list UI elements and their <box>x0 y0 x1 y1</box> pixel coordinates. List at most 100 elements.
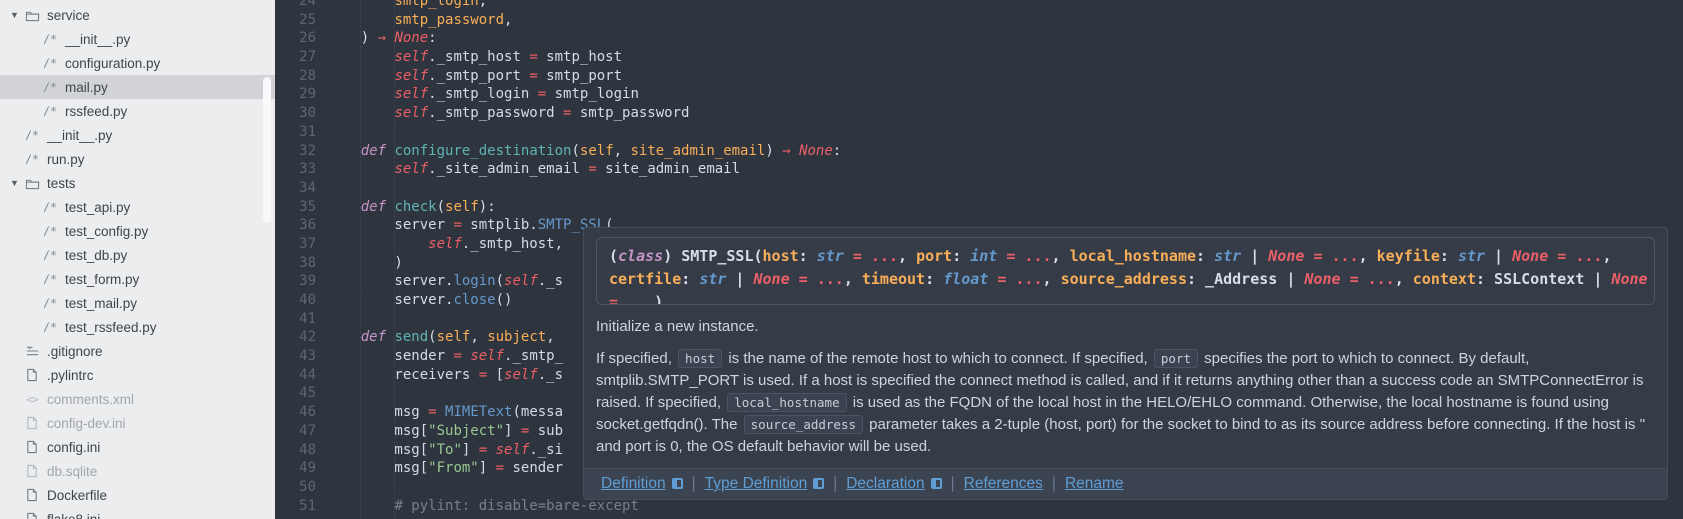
sidebar-file-flake8.ini[interactable]: flake8.ini <box>0 507 275 519</box>
document-icon <box>24 439 40 455</box>
chevron-down-icon[interactable]: ▼ <box>10 178 24 188</box>
hover-documentation-popup: (class) SMTP_SSL(host: str = ..., port: … <box>583 227 1668 500</box>
line-number: 50 <box>275 478 316 497</box>
sidebar-file-run.py[interactable]: /*run.py <box>0 147 275 171</box>
code-line-29[interactable]: 29 self._smtp_login = smtp_login <box>275 85 1683 104</box>
line-content: server.login(self._s <box>316 272 563 291</box>
document-icon <box>24 367 40 383</box>
popup-action-links: Definition | Type Definition | Declaration | R… <box>584 468 1667 499</box>
sidebar-scrollbar-thumb[interactable] <box>263 77 271 223</box>
sidebar-file-comments.xml[interactable]: <>comments.xml <box>0 387 275 411</box>
signature-block: (class) SMTP_SSL(host: str = ..., port: … <box>596 237 1655 305</box>
code-line-34[interactable]: 34 <box>275 179 1683 198</box>
line-content: smtp_password, <box>316 11 512 30</box>
line-number: 45 <box>275 384 316 403</box>
file-label: db.sqlite <box>47 464 97 479</box>
line-content: smtp_login, <box>316 0 487 11</box>
line-number: 49 <box>275 459 316 478</box>
line-content: def send(self, subject, <box>316 328 563 347</box>
inline-code: host <box>678 349 722 368</box>
file-label: config-dev.ini <box>47 416 126 431</box>
references-link[interactable]: References <box>964 475 1043 493</box>
file-label: configuration.py <box>65 56 160 71</box>
file-label: Dockerfile <box>47 488 107 503</box>
link-separator: | <box>1052 475 1056 493</box>
line-content <box>316 384 327 403</box>
sidebar-file-.pylintrc[interactable]: .pylintrc <box>0 363 275 387</box>
line-content: msg["From"] = sender <box>316 459 563 478</box>
sidebar-file-db.sqlite[interactable]: db.sqlite <box>0 459 275 483</box>
file-label: config.ini <box>47 440 100 455</box>
sidebar-file-test_db.py[interactable]: /* test_db.py <box>0 243 275 267</box>
sidebar-file-__init__.py[interactable]: /*__init__.py <box>0 27 275 51</box>
xml-file-icon: <> <box>24 391 40 407</box>
declaration-link[interactable]: Declaration <box>846 475 924 493</box>
code-line-30[interactable]: 30 self._smtp_password = smtp_password <box>275 104 1683 123</box>
file-label: test_api.py <box>65 200 130 215</box>
line-number: 40 <box>275 291 316 310</box>
code-editor-window: ▼service/*__init__.py/*configuration.py/… <box>0 0 1683 519</box>
folder-icon <box>24 7 40 23</box>
folder-icon <box>24 175 40 191</box>
rename-link[interactable]: Rename <box>1065 475 1124 493</box>
line-content: ) <box>316 254 403 273</box>
line-number: 47 <box>275 422 316 441</box>
file-label: test_mail.py <box>65 296 137 311</box>
line-content <box>316 123 327 142</box>
open-in-window-icon[interactable] <box>813 478 824 489</box>
open-in-window-icon[interactable] <box>672 478 683 489</box>
sidebar-file-Dockerfile[interactable]: Dockerfile <box>0 483 275 507</box>
sidebar-file-test_rssfeed.py[interactable]: /*test_rssfeed.py <box>0 315 275 339</box>
link-separator: | <box>951 475 955 493</box>
sidebar-file-test_mail.py[interactable]: /*test_mail.py <box>0 291 275 315</box>
sidebar-file-config-dev.ini[interactable]: config-dev.ini <box>0 411 275 435</box>
line-content: msg["To"] = self._si <box>316 441 563 460</box>
sidebar-file-rssfeed.py[interactable]: /*rssfeed.py <box>0 99 275 123</box>
sidebar-file-test_api.py[interactable]: /*test_api.py <box>0 195 275 219</box>
signature-line: certfile: str | None = ..., timeout: flo… <box>609 268 1642 291</box>
code-line-32[interactable]: 32 def configure_destination(self, site_… <box>275 142 1683 161</box>
line-content <box>316 179 327 198</box>
code-line-25[interactable]: 25 smtp_password, <box>275 11 1683 30</box>
code-line-27[interactable]: 27 self._smtp_host = smtp_host <box>275 48 1683 67</box>
line-content: self._smtp_password = smtp_password <box>316 104 689 123</box>
line-content: self._smtp_host, <box>316 235 563 254</box>
line-content <box>316 478 327 497</box>
code-line-33[interactable]: 33 self._site_admin_email = site_admin_e… <box>275 160 1683 179</box>
line-number: 41 <box>275 310 316 329</box>
line-number: 48 <box>275 441 316 460</box>
signature-line: (class) SMTP_SSL(host: str = ..., port: … <box>609 245 1642 268</box>
type-definition-link[interactable]: Type Definition <box>705 475 808 493</box>
sidebar-file-mail.py[interactable]: /*mail.py <box>0 75 275 99</box>
sidebar-file-__init__.py[interactable]: /*__init__.py <box>0 123 275 147</box>
sidebar-file-.gitignore[interactable]: .gitignore <box>0 339 275 363</box>
code-line-31[interactable]: 31 <box>275 123 1683 142</box>
code-line-24[interactable]: 24 smtp_login, <box>275 0 1683 11</box>
sidebar-file-config.ini[interactable]: config.ini <box>0 435 275 459</box>
sidebar-file-test_config.py[interactable]: /*test_config.py <box>0 219 275 243</box>
definition-link[interactable]: Definition <box>601 475 666 493</box>
file-label: rssfeed.py <box>65 104 127 119</box>
line-content: receivers = [self._s <box>316 366 563 385</box>
line-number: 37 <box>275 235 316 254</box>
sidebar-folder-service[interactable]: ▼ service <box>0 3 275 27</box>
file-label: test_db.py <box>65 248 127 263</box>
document-icon <box>24 463 40 479</box>
doc-paragraph: Initialize a new instance. <box>596 316 1653 338</box>
chevron-down-icon[interactable]: ▼ <box>10 10 24 20</box>
python-file-icon: /* <box>42 31 58 47</box>
line-number: 35 <box>275 198 316 217</box>
sidebar-folder-tests[interactable]: ▼tests <box>0 171 275 195</box>
line-number: 27 <box>275 48 316 67</box>
code-line-28[interactable]: 28 self._smtp_port = smtp_port <box>275 67 1683 86</box>
file-label: service <box>47 8 90 23</box>
file-label: flake8.ini <box>47 512 100 519</box>
code-line-26[interactable]: 26 ) → None: <box>275 29 1683 48</box>
sidebar-file-test_form.py[interactable]: /*test_form.py <box>0 267 275 291</box>
sidebar-file-configuration.py[interactable]: /*configuration.py <box>0 51 275 75</box>
open-in-window-icon[interactable] <box>931 478 942 489</box>
link-separator: | <box>833 475 837 493</box>
python-file-icon: /* <box>42 247 58 263</box>
line-number: 28 <box>275 67 316 86</box>
code-line-35[interactable]: 35 def check(self): <box>275 198 1683 217</box>
